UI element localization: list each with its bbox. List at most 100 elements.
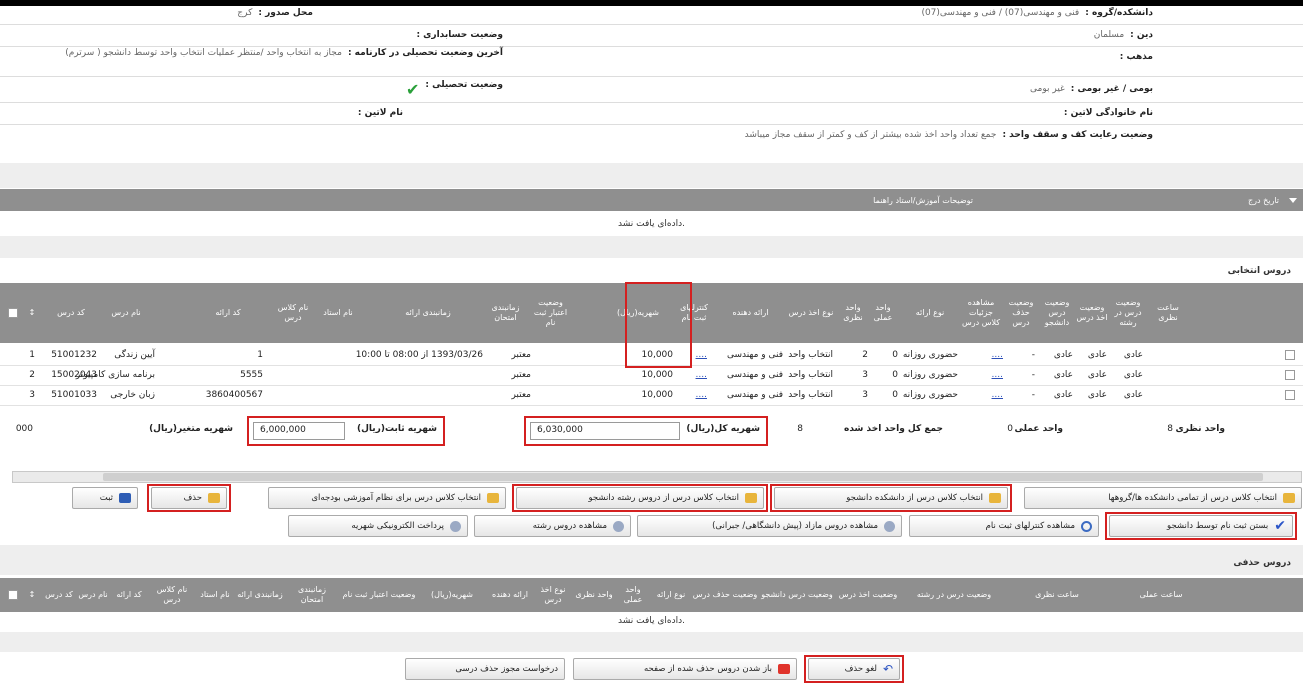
select-major-button[interactable]: انتخاب کلاس درس از دروس رشته دانشجو: [516, 487, 764, 509]
cell-offer: 1: [257, 350, 263, 360]
cell-s2: عادی: [1087, 390, 1107, 400]
collapse-icon[interactable]: [1289, 197, 1297, 203]
select-all-checkbox[interactable]: [8, 308, 18, 318]
student-info-panel: دانشکده/گروه : فنی و مهندسی(07) / فنی و …: [0, 6, 1303, 186]
units-row: وضعیت رعایت کف و سقف واحد : جمع تعداد وا…: [744, 130, 1153, 140]
folder-icon: [1283, 493, 1295, 503]
native-row: بومی / غیر بومی : غیر بومی: [1030, 84, 1153, 94]
cell-name: برنامه سازی کامپیوتر: [75, 370, 155, 380]
cell-provider: فنی و مهندسی: [726, 370, 783, 380]
select-faculty-button[interactable]: انتخاب کلاس درس از دانشکده دانشجو: [774, 487, 1008, 509]
fixed-fee-field: 6,000,000: [253, 422, 345, 440]
cell-detail[interactable]: ....: [992, 350, 1003, 360]
checkmark-icon: ✔: [1274, 518, 1286, 534]
total-fee-field: 6,030,000: [530, 422, 680, 440]
cell-fee: 10,000: [641, 390, 674, 400]
cell-s3: عادی: [1123, 370, 1143, 380]
save-button[interactable]: ثبت: [72, 487, 138, 509]
cell-schedule: 1393/03/26 از 08:00 تا 10:00: [355, 350, 483, 360]
deleted-empty-message: داده‌ای یافت نشد.: [617, 616, 686, 626]
table-row[interactable]: 2 15002043 برنامه سازی کامپیوتر 5555 معتبر 10…: [0, 366, 1303, 386]
cell-name: آیین زندگی: [114, 350, 155, 360]
scrollbar-thumb[interactable]: [103, 473, 1263, 481]
deleted-table-header: ↕ کد درس نام درس کد ارائه نام کلاس درس ن…: [0, 578, 1303, 612]
issue-place-row: محل صدور : کرج: [237, 8, 313, 18]
view-major-courses-button[interactable]: مشاهده دروس رشته: [474, 515, 631, 537]
cell-detail[interactable]: ....: [992, 370, 1003, 380]
check-icon: ✔: [405, 80, 420, 99]
cell-s2: عادی: [1087, 350, 1107, 360]
request-drop-button[interactable]: درخواست مجوز حذف درسی: [405, 658, 565, 680]
cell-s2: عادی: [1087, 370, 1107, 380]
cell-name: زبان خارجی: [110, 390, 155, 400]
cell-code: 51001232: [51, 350, 97, 360]
fee-column-highlight: [625, 282, 692, 368]
sort-icon[interactable]: ↕: [23, 578, 41, 612]
refresh-icon: [1081, 520, 1092, 532]
folder-icon: [989, 493, 1001, 503]
cell-ctrl[interactable]: ....: [696, 370, 707, 380]
row-checkbox[interactable]: [1285, 350, 1295, 360]
undo-icon: ↶: [882, 662, 893, 676]
cell-take: انتخاب واحد: [788, 370, 833, 380]
cell-practical: 0: [892, 370, 898, 380]
cell-practical: 0: [892, 350, 898, 360]
cell-s3: عادی: [1123, 350, 1143, 360]
financial-row: وضعیت حسابداری :: [416, 30, 503, 40]
cell-code: 51001033: [51, 390, 97, 400]
cell-theory: 3: [862, 370, 868, 380]
restore-deleted-button[interactable]: باز شدن دروس حذف شده از صفحه: [573, 658, 797, 680]
cell-s1: عادی: [1053, 390, 1073, 400]
selected-courses-title: دروس انتخابی: [1227, 266, 1291, 276]
row-checkbox[interactable]: [1285, 390, 1295, 400]
cell-num: 2: [29, 370, 35, 380]
cell-detail[interactable]: ....: [992, 390, 1003, 400]
cell-validity: معتبر: [511, 370, 531, 380]
last-status-row: آخرین وضعیت تحصیلی در کارنامه : مجاز به …: [65, 48, 503, 58]
cell-type: حضوری روزانه: [902, 370, 958, 380]
warning-icon: [778, 664, 790, 674]
table-row[interactable]: 3 51001033 زبان خارجی 3860400567 معتبر 10,000…: [0, 386, 1303, 406]
view-controls-button[interactable]: مشاهده کنترلهای ثبت نام: [909, 515, 1099, 537]
cell-ctrl[interactable]: ....: [696, 350, 707, 360]
cell-practical: 0: [892, 390, 898, 400]
cell-take: انتخاب واحد: [788, 390, 833, 400]
cell-provider: فنی و مهندسی: [726, 350, 783, 360]
folder-icon: [745, 493, 757, 503]
cell-ctrl[interactable]: ....: [696, 390, 707, 400]
cell-validity: معتبر: [511, 350, 531, 360]
cell-del: -: [1031, 390, 1035, 400]
faculty-row: دانشکده/گروه : فنی و مهندسی(07) / فنی و …: [921, 8, 1153, 18]
cell-type: حضوری روزانه: [902, 350, 958, 360]
select-all-deleted-checkbox[interactable]: [8, 590, 18, 600]
sort-icon[interactable]: ↕: [23, 283, 41, 343]
edu-status-row: وضعیت تحصیلی : ✔: [405, 80, 503, 99]
horizontal-scrollbar[interactable]: [12, 471, 1302, 483]
cell-num: 1: [29, 350, 35, 360]
cell-validity: معتبر: [511, 390, 531, 400]
undo-delete-button[interactable]: ↶ لغو حذف: [808, 658, 900, 680]
select-all-faculties-button[interactable]: انتخاب کلاس درس از تمامی دانشکده ها/گروه…: [1024, 487, 1302, 509]
row-checkbox[interactable]: [1285, 370, 1295, 380]
fixed-fee-highlight: شهریه ثابت(ریال) 6,000,000: [247, 416, 445, 446]
delete-button[interactable]: حذف: [151, 487, 227, 509]
save-icon: [119, 493, 131, 503]
delete-folder-icon: [208, 493, 220, 503]
cell-s1: عادی: [1053, 370, 1073, 380]
cell-provider: فنی و مهندسی: [726, 390, 783, 400]
select-old-system-button[interactable]: انتخاب کلاس درس برای نظام آموزشی بودجه‌ا…: [268, 487, 506, 509]
cell-s3: عادی: [1123, 390, 1143, 400]
pay-fee-button[interactable]: پرداخت الکترونیکی شهریه: [288, 515, 468, 537]
sect-row: مذهب :: [1119, 52, 1153, 62]
magnifier-icon: [884, 520, 895, 532]
view-extra-courses-button[interactable]: مشاهده دروس مازاد (پیش دانشگاهی/ جبرانی): [637, 515, 902, 537]
cell-s1: عادی: [1053, 350, 1073, 360]
cell-offer: 5555: [240, 370, 263, 380]
cell-fee: 10,000: [641, 370, 674, 380]
religion-row: دین : مسلمان: [1093, 30, 1153, 40]
cell-offer: 3860400567: [205, 390, 263, 400]
magnifier-icon: [450, 520, 461, 532]
close-registration-button[interactable]: ✔ بستن ثبت نام توسط دانشجو: [1109, 515, 1293, 537]
cell-theory: 3: [862, 390, 868, 400]
cell-num: 3: [29, 390, 35, 400]
